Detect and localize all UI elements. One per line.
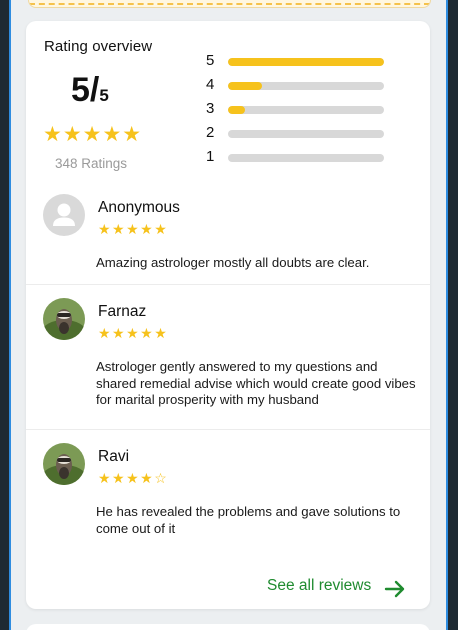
review-text: Amazing astrologer mostly all doubts are… (96, 255, 370, 270)
rating-bar-track (228, 154, 384, 162)
rating-bar-label: 5 (206, 52, 215, 69)
review-text: Astrologer gently answered to my questio… (96, 359, 416, 407)
anonymous-avatar-icon (43, 194, 85, 236)
raccoon-avatar-icon (43, 298, 85, 340)
right-edge (446, 0, 458, 630)
rating-bar-1: 1 (206, 148, 406, 168)
previous-card (28, 0, 431, 8)
rating-bar-5: 5 (206, 52, 406, 72)
rating-bar-track (228, 130, 384, 138)
review-stars: ★★★★☆ (98, 470, 169, 486)
rating-bar-track (228, 106, 384, 114)
review-stars: ★★★★★ (98, 325, 169, 341)
review-divider (26, 429, 430, 430)
rating-bar-fill (228, 58, 384, 66)
ratings-count: 348 Ratings (55, 156, 128, 171)
rating-bar-3: 3 (206, 100, 406, 120)
rating-bar-track (228, 58, 384, 66)
see-all-reviews-link[interactable]: See all reviews (267, 577, 371, 595)
reviewer-name: Anonymous (98, 199, 180, 216)
rating-overview-title: Rating overview (44, 38, 153, 55)
average-stars: ★★★★★ (43, 123, 143, 146)
reviewer-name: Farnaz (98, 303, 147, 320)
review-stars: ★★★★★ (98, 221, 169, 237)
rating-bar-track (228, 82, 384, 90)
average-score-max: 5 (99, 86, 109, 105)
rating-bar-label: 3 (206, 100, 215, 117)
rating-bar-label: 4 (206, 76, 215, 93)
average-score: 5/5 (71, 71, 109, 110)
review-text: He has revealed the problems and gave so… (96, 504, 401, 536)
raccoon-avatar-icon (43, 443, 85, 485)
left-edge (0, 0, 11, 630)
average-score-value: 5/ (71, 71, 100, 109)
rating-overview-card: Rating overview 5/5 ★★★★★ 348 Ratings 5 … (26, 21, 430, 609)
rating-bar-fill (228, 106, 245, 114)
rating-bar-fill (228, 82, 262, 90)
rating-bar-4: 4 (206, 76, 406, 96)
next-card (26, 624, 430, 630)
rating-bar-2: 2 (206, 124, 406, 144)
review-divider (26, 284, 430, 285)
reviewer-name: Ravi (98, 448, 130, 465)
rating-bar-label: 2 (206, 124, 215, 141)
rating-bar-label: 1 (206, 148, 215, 165)
arrow-right-icon[interactable] (383, 577, 407, 601)
